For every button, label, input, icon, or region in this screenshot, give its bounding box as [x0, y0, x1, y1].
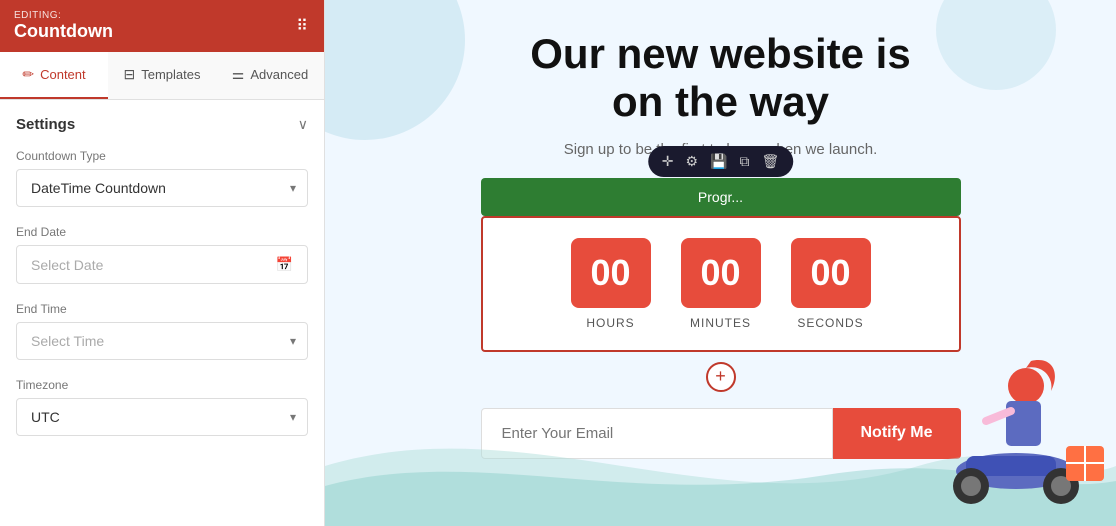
timezone-label: Timezone: [16, 378, 308, 392]
tab-templates[interactable]: ⊟ Templates: [108, 52, 216, 99]
tab-advanced[interactable]: ⚌ Advanced: [216, 52, 324, 99]
editing-label: EDITING:: [14, 10, 113, 21]
toolbar-delete-btn[interactable]: 🗑: [757, 151, 783, 172]
tab-content[interactable]: ✏ Content: [0, 52, 108, 99]
end-date-group: End Date Select Date 📅: [16, 225, 308, 284]
progress-bar: Progr...: [481, 178, 961, 216]
tab-advanced-label: Advanced: [250, 67, 308, 82]
countdown-seconds-label: SECONDS: [797, 316, 863, 330]
countdown-minutes-box: 00: [681, 238, 761, 308]
settings-section-header: Settings ∨: [16, 116, 308, 133]
progress-bar-label: Progr...: [698, 189, 743, 205]
add-element-button[interactable]: +: [706, 362, 736, 392]
countdown-type-group: Countdown Type DateTime Countdown Evergr…: [16, 149, 308, 207]
countdown-type-label: Countdown Type: [16, 149, 308, 163]
toolbar-settings-btn[interactable]: ⚙: [681, 151, 702, 172]
templates-tab-icon: ⊟: [124, 66, 136, 83]
progress-section: ✛ ⚙ 💾 ⧉ 🗑 Progr...: [481, 178, 961, 216]
toolbar-move-btn[interactable]: ✛: [658, 151, 678, 172]
countdown-minutes-label: MINUTES: [690, 316, 751, 330]
countdown-minutes-item: 00 MINUTES: [681, 238, 761, 330]
page-title: Our new website is on the way: [530, 30, 910, 127]
timezone-select[interactable]: UTC EST PST GMT: [16, 398, 308, 436]
countdown-type-select[interactable]: DateTime Countdown Evergreen Countdown: [16, 169, 308, 207]
countdown-hours-box: 00: [571, 238, 651, 308]
countdown-seconds-box: 00: [791, 238, 871, 308]
countdown-seconds-item: 00 SECONDS: [791, 238, 871, 330]
end-date-input[interactable]: Select Date 📅: [16, 245, 308, 284]
settings-title: Settings: [16, 116, 75, 133]
widget-name: Countdown: [14, 21, 113, 42]
toolbar-save-btn[interactable]: 💾: [706, 151, 731, 172]
timezone-group: Timezone UTC EST PST GMT ▾: [16, 378, 308, 436]
end-time-wrapper: Select Time 12:00 AM 6:00 AM 12:00 PM ▾: [16, 322, 308, 360]
end-time-label: End Time: [16, 302, 308, 316]
calendar-icon: 📅: [276, 256, 293, 273]
tab-templates-label: Templates: [141, 67, 200, 82]
panel-body: Settings ∨ Countdown Type DateTime Count…: [0, 100, 324, 526]
panel-header-text: EDITING: Countdown: [14, 10, 113, 42]
panel-header: EDITING: Countdown ⠿: [0, 0, 324, 52]
countdown-section: 00 HOURS 00 MINUTES 00 SECONDS: [481, 216, 961, 352]
toolbar-copy-btn[interactable]: ⧉: [735, 151, 753, 172]
countdown-hours-label: HOURS: [586, 316, 634, 330]
countdown-hours-item: 00 HOURS: [571, 238, 651, 330]
end-time-group: End Time Select Time 12:00 AM 6:00 AM 12…: [16, 302, 308, 360]
scooter-illustration: [896, 326, 1116, 526]
countdown-type-wrapper: DateTime Countdown Evergreen Countdown ▾: [16, 169, 308, 207]
grid-dots-icon[interactable]: ⠿: [296, 16, 310, 36]
panel-tabs: ✏ Content ⊟ Templates ⚌ Advanced: [0, 52, 324, 100]
settings-collapse-icon[interactable]: ∨: [298, 116, 308, 133]
right-panel: Our new website is on the way Sign up to…: [325, 0, 1116, 526]
end-time-select[interactable]: Select Time 12:00 AM 6:00 AM 12:00 PM: [16, 322, 308, 360]
advanced-tab-icon: ⚌: [232, 66, 245, 83]
title-line1: Our new website is: [530, 30, 910, 77]
content-tab-icon: ✏: [22, 66, 34, 83]
scooter-svg: [896, 326, 1116, 526]
end-date-label: End Date: [16, 225, 308, 239]
widget-toolbar: ✛ ⚙ 💾 ⧉ 🗑: [648, 146, 794, 177]
bg-decoration-circle-tr: [936, 0, 1056, 90]
timezone-wrapper: UTC EST PST GMT ▾: [16, 398, 308, 436]
title-line2: on the way: [612, 78, 829, 125]
select-date-text: Select Date: [31, 257, 103, 273]
bg-decoration-circle-tl: [325, 0, 465, 140]
tab-content-label: Content: [40, 67, 86, 82]
left-panel: EDITING: Countdown ⠿ ✏ Content ⊟ Templat…: [0, 0, 325, 526]
